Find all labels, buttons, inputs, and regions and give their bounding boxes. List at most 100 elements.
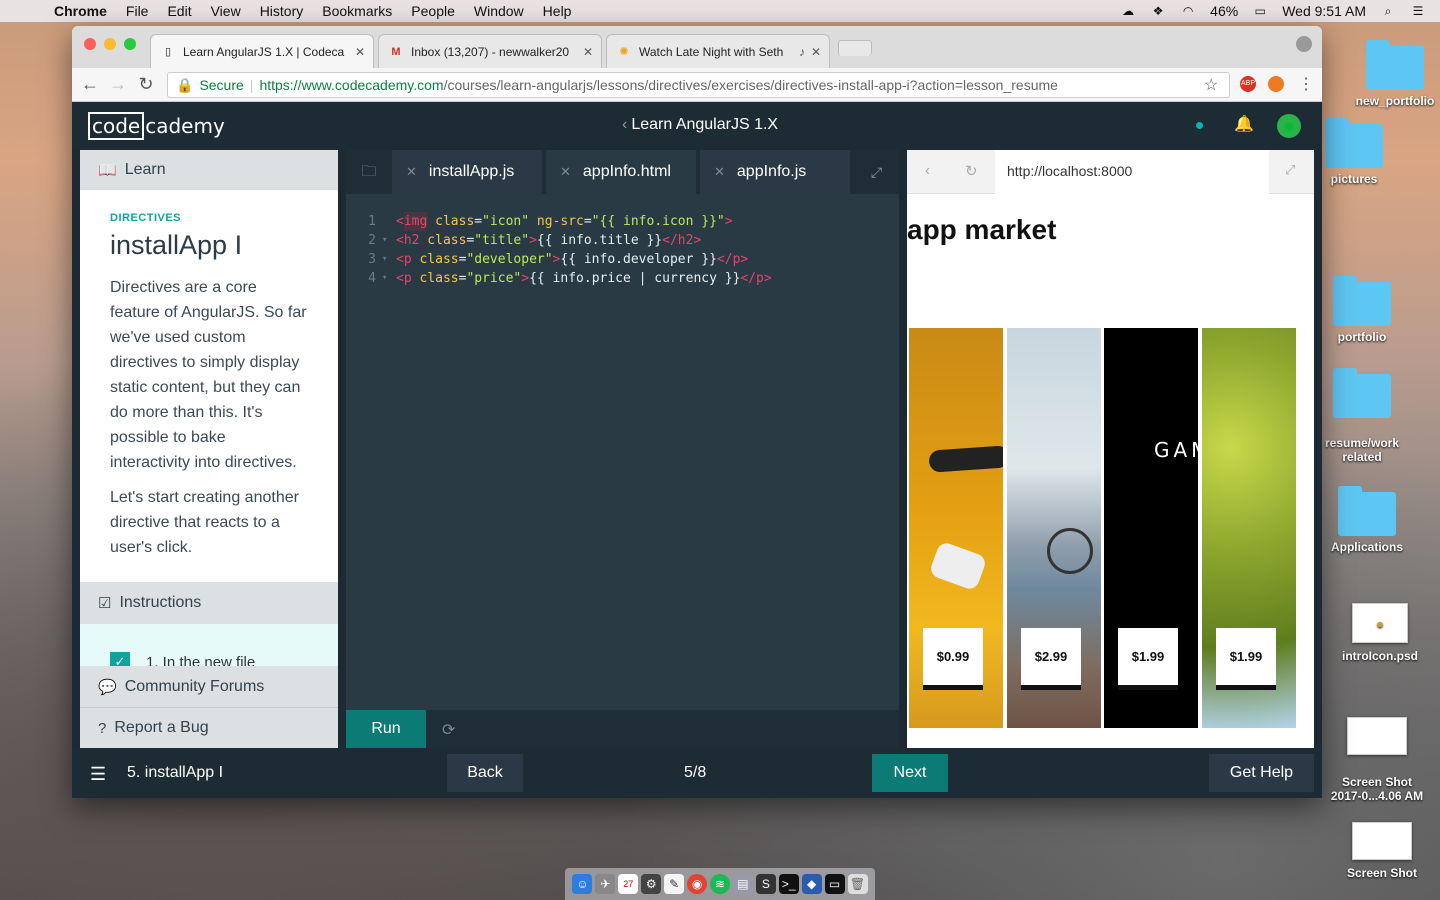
- menu-people[interactable]: People: [411, 3, 455, 19]
- preview-back-icon[interactable]: ‹: [925, 162, 930, 179]
- mysql-workbench-icon[interactable]: ◆: [801, 874, 822, 894]
- get-help-button[interactable]: Get Help: [1209, 754, 1314, 792]
- folder-icon: [1333, 276, 1391, 326]
- launchpad-icon[interactable]: ✈: [595, 874, 616, 894]
- next-button[interactable]: Next: [872, 754, 948, 792]
- close-tab-icon[interactable]: ✕: [355, 45, 365, 59]
- codecademy-logo[interactable]: code cademy: [88, 112, 225, 140]
- back-button[interactable]: Back: [447, 754, 523, 792]
- preview-reload-icon[interactable]: ↻: [965, 162, 978, 180]
- expand-editor-icon[interactable]: ⤢: [854, 150, 899, 194]
- audio-playing-icon[interactable]: ♪: [799, 45, 805, 59]
- menu-app-name[interactable]: Chrome: [54, 3, 107, 19]
- browser-tab-codecademy[interactable]: ▯ Learn AngularJS 1.X | Codeca ✕: [150, 34, 374, 68]
- app-card[interactable]: $1.99: [1202, 328, 1296, 728]
- finder-icon[interactable]: ☺: [572, 874, 593, 894]
- reset-code-icon[interactable]: ⟳: [442, 720, 455, 740]
- screenshot-thumbnail-icon: [1352, 822, 1412, 860]
- extension-icon[interactable]: [1268, 76, 1284, 92]
- desktop-file-screenshot-1[interactable]: Screen Shot 2017-0...4.06 AM: [1327, 703, 1427, 817]
- menu-bookmarks[interactable]: Bookmarks: [322, 3, 392, 19]
- calendar-icon[interactable]: 27: [618, 874, 639, 894]
- desktop-folder-applications[interactable]: Applications: [1317, 486, 1417, 554]
- minimize-window-button[interactable]: [104, 38, 116, 50]
- folder-icon: [1325, 118, 1383, 168]
- menu-view[interactable]: View: [211, 3, 241, 19]
- run-bar: Run ⟳: [346, 710, 899, 748]
- menu-history[interactable]: History: [260, 3, 304, 19]
- desktop-folder-portfolio[interactable]: portfolio: [1312, 276, 1412, 344]
- learn-header[interactable]: 📖 Learn: [80, 150, 338, 190]
- app-card[interactable]: $2.99: [1007, 328, 1101, 728]
- close-window-button[interactable]: [84, 38, 96, 50]
- wifi-icon[interactable]: ◠: [1180, 4, 1196, 18]
- menu-file[interactable]: File: [126, 3, 149, 19]
- editor-tab-appinfo-html[interactable]: ✕ appInfo.html: [546, 150, 696, 194]
- clock[interactable]: Wed 9:51 AM: [1282, 3, 1366, 19]
- spotlight-search-icon[interactable]: ⌕: [1380, 4, 1396, 18]
- desktop-folder-resume[interactable]: resume/work related: [1312, 360, 1412, 478]
- browser-tab-gmail[interactable]: M Inbox (13,207) - newwalker20 ✕: [378, 34, 602, 68]
- profile-icon[interactable]: [1296, 36, 1312, 52]
- lesson-name[interactable]: 5. installApp I: [127, 764, 223, 782]
- battery-percent[interactable]: 46%: [1210, 3, 1238, 19]
- code-lines[interactable]: 1 < img class = "icon" ng-src = "{{ info.icon…: [346, 212, 772, 288]
- folder-icon: [1366, 40, 1424, 90]
- close-tab-icon[interactable]: ✕: [583, 45, 593, 59]
- course-title[interactable]: ‹ Learn AngularJS 1.X: [622, 116, 778, 134]
- run-button[interactable]: Run: [346, 710, 426, 748]
- desktop-file-introicon[interactable]: ● introIcon.psd: [1330, 603, 1430, 663]
- report-bug-link[interactable]: ? Report a Bug: [80, 708, 338, 748]
- editor-tab-appinfo-js[interactable]: ✕ appInfo.js: [700, 150, 850, 194]
- editor-tab-installapp-js[interactable]: ✕ installApp.js: [392, 150, 542, 194]
- creative-cloud-icon[interactable]: ☁: [1120, 4, 1136, 18]
- close-file-icon[interactable]: ✕: [714, 164, 725, 180]
- app-card[interactable]: GAM $1.99: [1104, 328, 1198, 728]
- new-tab-button[interactable]: [838, 40, 872, 56]
- forward-arrow-icon[interactable]: →: [104, 74, 132, 95]
- back-arrow-icon[interactable]: ←: [76, 74, 104, 95]
- folder-icon: [1338, 486, 1396, 536]
- address-bar[interactable]: 🔒 Secure | https://www.codecademy.com /c…: [167, 72, 1230, 98]
- file-browser-folder-icon[interactable]: 🗀: [346, 150, 392, 194]
- trash-icon[interactable]: 🗑: [847, 874, 868, 894]
- browser-tab-nbc[interactable]: ✺ Watch Late Night with Seth ♪ ✕: [606, 34, 830, 68]
- menu-window[interactable]: Window: [474, 3, 524, 19]
- instructions-header[interactable]: ☑ Instructions: [80, 582, 338, 624]
- notification-center-icon[interactable]: ☰: [1410, 4, 1426, 18]
- bookmark-star-icon[interactable]: ☆: [1204, 75, 1218, 95]
- preview-app-icon[interactable]: ▤: [732, 874, 753, 894]
- menu-hamburger-icon[interactable]: ☰: [90, 764, 106, 785]
- app-card[interactable]: $0.99: [909, 328, 1003, 728]
- terminal-window-icon[interactable]: ▭: [824, 874, 845, 894]
- instruction-task-item[interactable]: ✓ 1. In the new file: [80, 624, 338, 666]
- close-file-icon[interactable]: ✕: [406, 164, 417, 180]
- desktop-icon-label: Applications: [1330, 540, 1403, 554]
- desktop-folder-new-portfolio[interactable]: new_portfolio: [1345, 40, 1440, 108]
- desktop-file-screenshot-2[interactable]: Screen Shot: [1332, 822, 1432, 880]
- community-forums-link[interactable]: 💬 Community Forums: [80, 666, 338, 708]
- maximize-window-button[interactable]: [124, 38, 136, 50]
- close-file-icon[interactable]: ✕: [560, 164, 571, 180]
- user-avatar[interactable]: ◉: [1277, 114, 1301, 138]
- adblock-extension-icon[interactable]: ABP: [1240, 76, 1256, 92]
- reload-icon[interactable]: ↻: [132, 74, 160, 95]
- dropbox-icon[interactable]: ❖: [1150, 4, 1166, 18]
- book-icon: 📖: [98, 162, 117, 179]
- card-image-gam-text: GAM: [1154, 438, 1198, 462]
- sublime-text-icon[interactable]: S: [755, 874, 776, 894]
- chrome-icon[interactable]: ◉: [687, 874, 708, 894]
- system-preferences-icon[interactable]: ⚙: [641, 874, 662, 894]
- close-tab-icon[interactable]: ✕: [811, 45, 821, 59]
- terminal-icon[interactable]: >_: [778, 874, 799, 894]
- tab-title: Learn AngularJS 1.X | Codeca: [183, 44, 345, 59]
- expand-preview-icon[interactable]: ⤢: [1285, 162, 1295, 178]
- notifications-bell-icon[interactable]: 🔔: [1234, 114, 1254, 134]
- menu-edit[interactable]: Edit: [167, 3, 191, 19]
- textedit-icon[interactable]: ✎: [664, 874, 685, 894]
- battery-icon[interactable]: ▭: [1252, 4, 1268, 18]
- spotify-icon[interactable]: ≋: [709, 874, 730, 894]
- menu-help[interactable]: Help: [543, 3, 572, 19]
- checkbox-icon: ☑: [98, 595, 112, 612]
- chrome-menu-icon[interactable]: ⋮: [1298, 74, 1314, 94]
